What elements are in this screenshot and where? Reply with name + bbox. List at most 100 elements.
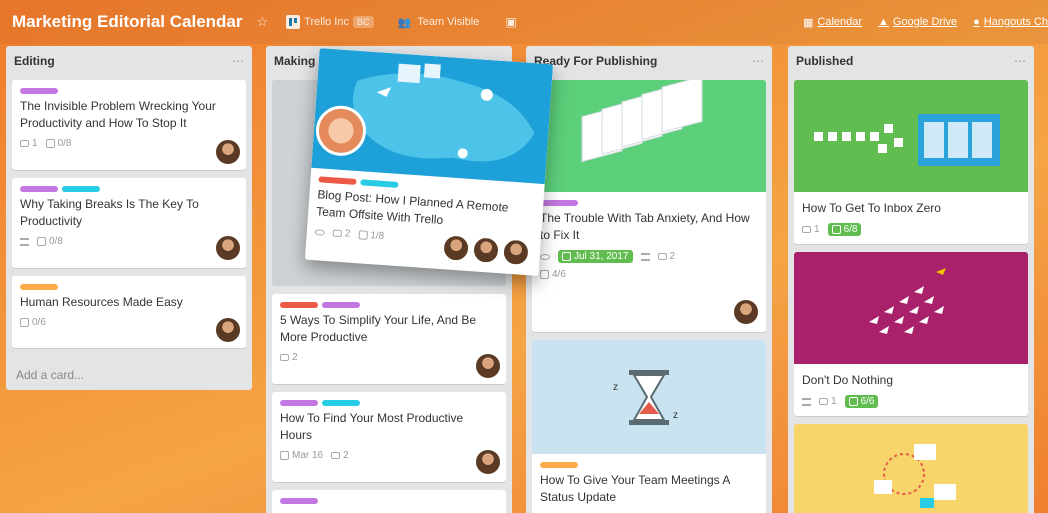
clock-icon xyxy=(562,252,571,261)
svg-text:z: z xyxy=(613,382,618,393)
clock-icon xyxy=(280,451,289,460)
card-title: How To Give Your Team Meetings A Status … xyxy=(540,473,730,504)
trello-logo-icon xyxy=(286,15,301,29)
checklist-badge: 6/8 xyxy=(827,223,862,236)
card-cover-image: z z xyxy=(532,340,766,454)
checklist-badge: 0/6 xyxy=(20,317,46,328)
calendar-power-up[interactable]: ▦ Calendar xyxy=(803,16,862,29)
card-cover-image xyxy=(794,80,1028,192)
list-title[interactable]: Making xyxy=(274,54,315,68)
checklist-badge: 6/6 xyxy=(844,395,879,408)
comments-badge: 2 xyxy=(331,450,349,461)
briefcase-icon[interactable]: ▣ xyxy=(505,15,516,29)
google-drive-power-up[interactable]: ▲ Google Drive xyxy=(878,16,957,28)
avatar[interactable] xyxy=(474,352,502,380)
list-card[interactable]: How To Find Your Most Productive Hours M… xyxy=(272,392,506,482)
checklist-badge: 0/8 xyxy=(45,138,71,149)
list-card[interactable]: How To Get To Inbox Zero 1 6/8 xyxy=(794,80,1028,244)
due-date-badge: Mar 16 xyxy=(280,450,323,461)
card-cover-image xyxy=(794,252,1028,364)
checklist-icon xyxy=(848,397,858,406)
description-icon xyxy=(640,252,650,261)
label-purple xyxy=(280,400,318,406)
team-visibility-icon: 👥 xyxy=(397,16,412,29)
list-menu-icon[interactable]: ⋯ xyxy=(1014,54,1026,68)
list-card[interactable]: 5 Ways To Simplify Your Life, And Be Mor… xyxy=(272,294,506,384)
list-card[interactable]: Why Taking Breaks Is The Key To Producti… xyxy=(12,178,246,268)
checklist-badge: 4/6 xyxy=(540,269,566,280)
comment-icon xyxy=(332,229,343,238)
label-purple xyxy=(20,88,58,94)
list-published: Published ⋯ How To Get To Inbox Zero 1 6… xyxy=(788,46,1034,513)
inbox-illustration xyxy=(814,114,1000,166)
svg-text:z: z xyxy=(673,410,678,421)
visibility-label: Team Visible xyxy=(417,16,480,28)
avatar[interactable] xyxy=(214,138,242,166)
label-purple xyxy=(280,498,318,504)
label-purple xyxy=(322,302,360,308)
label-red xyxy=(280,302,318,308)
avatar[interactable] xyxy=(214,234,242,262)
comments-badge: 2 xyxy=(280,352,298,363)
list-title[interactable]: Editing xyxy=(14,54,55,68)
label-blue xyxy=(322,400,360,406)
label-purple xyxy=(540,200,578,206)
google-drive-icon: ▲ xyxy=(878,16,889,28)
label-orange xyxy=(20,284,58,290)
avatar[interactable] xyxy=(214,316,242,344)
comments-badge: 1 xyxy=(20,138,38,149)
checklist-badge: 1/8 xyxy=(358,229,385,242)
collage-illustration xyxy=(874,444,956,508)
list-card[interactable]: Don't Do Nothing 1 6/6 xyxy=(794,252,1028,416)
comments-badge: 1 xyxy=(802,224,820,235)
description-icon xyxy=(802,397,811,406)
comment-icon xyxy=(331,452,341,459)
eye-icon xyxy=(314,228,326,236)
avatar[interactable] xyxy=(732,298,760,326)
list-menu-icon[interactable]: ⋯ xyxy=(752,54,764,68)
board-title[interactable]: Marketing Editorial Calendar xyxy=(12,12,243,32)
team-name: Trello Inc xyxy=(304,16,349,28)
dragged-card[interactable]: Blog Post: How I Planned A Remote Team O… xyxy=(304,48,554,276)
hangouts-icon: ● xyxy=(973,16,980,28)
cards-illustration xyxy=(581,80,703,163)
due-date-badge: Jul 31, 2017 xyxy=(558,250,633,263)
list-menu-icon[interactable]: ⋯ xyxy=(232,54,244,68)
list-card[interactable]: Human Resources Made Easy 0/6 xyxy=(12,276,246,348)
list-title[interactable]: Published xyxy=(796,54,853,68)
visibility-button[interactable]: 👥 Team Visible xyxy=(398,16,480,29)
list-card[interactable]: The Invisible Problem Wrecking Your Prod… xyxy=(12,80,246,170)
checklist-icon xyxy=(37,237,46,246)
list-editing: Editing ⋯ The Invisible Problem Wrecking… xyxy=(6,46,252,390)
list-card[interactable] xyxy=(272,490,506,513)
watch-badge xyxy=(540,253,550,260)
comment-icon xyxy=(819,398,828,405)
avatar[interactable] xyxy=(474,448,502,476)
list-ready-for-publishing: Ready For Publishing ⋯ The Trouble With … xyxy=(526,46,772,513)
checklist-icon xyxy=(358,230,368,240)
list-card[interactable] xyxy=(794,424,1028,513)
checklist-icon xyxy=(540,270,549,279)
watch-badge xyxy=(314,228,326,236)
star-icon[interactable]: ☆ xyxy=(257,14,269,30)
list-header: Ready For Publishing ⋯ xyxy=(526,46,772,76)
list-header: Published ⋯ xyxy=(788,46,1034,76)
add-card-button[interactable]: Add a card... xyxy=(8,360,92,390)
hangouts-power-up[interactable]: ● Hangouts Ch xyxy=(973,16,1048,28)
description-badge xyxy=(802,397,811,406)
card-title: Human Resources Made Easy xyxy=(20,295,183,309)
list-card[interactable]: The Trouble With Tab Anxiety, And How to… xyxy=(532,80,766,332)
list-card[interactable]: z z How To Give Your Team Meetings A Sta… xyxy=(532,340,766,513)
card-cover-image xyxy=(311,48,554,185)
label-purple xyxy=(20,186,58,192)
label-blue xyxy=(62,186,100,192)
team-button[interactable]: Trello Inc BC xyxy=(286,15,374,29)
comment-icon xyxy=(20,140,29,147)
calendar-label: Calendar xyxy=(817,16,863,28)
team-badge: BC xyxy=(352,16,374,28)
comments-badge: 2 xyxy=(332,227,351,240)
card-title: 5 Ways To Simplify Your Life, And Be Mor… xyxy=(280,313,477,344)
eye-icon xyxy=(540,253,550,260)
checklist-icon xyxy=(20,318,29,327)
card-title: The Invisible Problem Wrecking Your Prod… xyxy=(20,99,216,130)
